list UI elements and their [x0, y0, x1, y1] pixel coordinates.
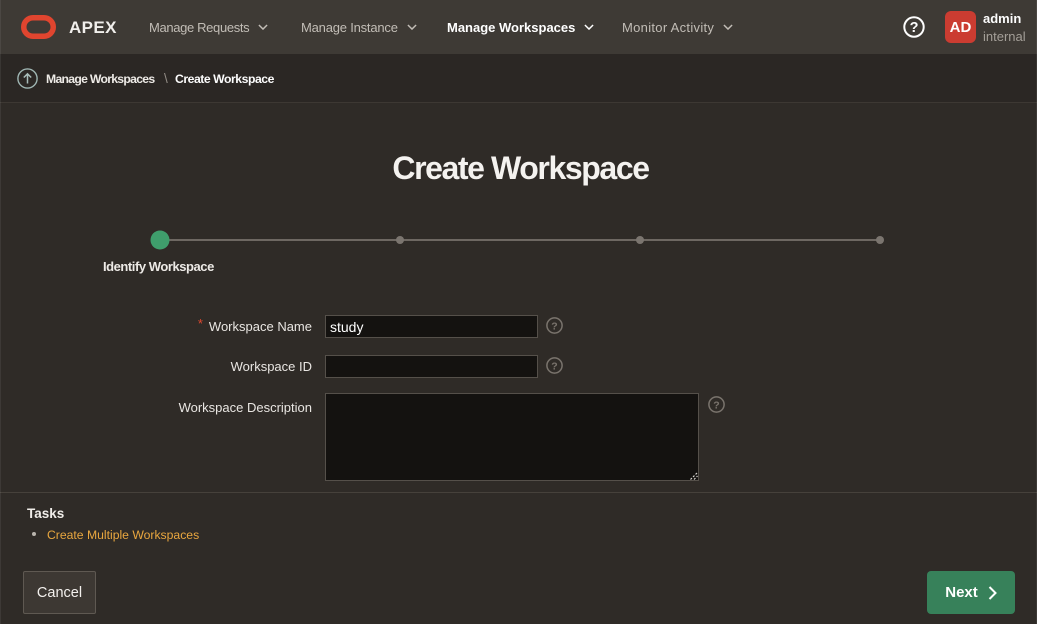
svg-text:?: ?	[713, 399, 719, 411]
svg-text:?: ?	[551, 360, 557, 372]
svg-text:?: ?	[910, 20, 919, 36]
svg-text:?: ?	[551, 320, 557, 332]
